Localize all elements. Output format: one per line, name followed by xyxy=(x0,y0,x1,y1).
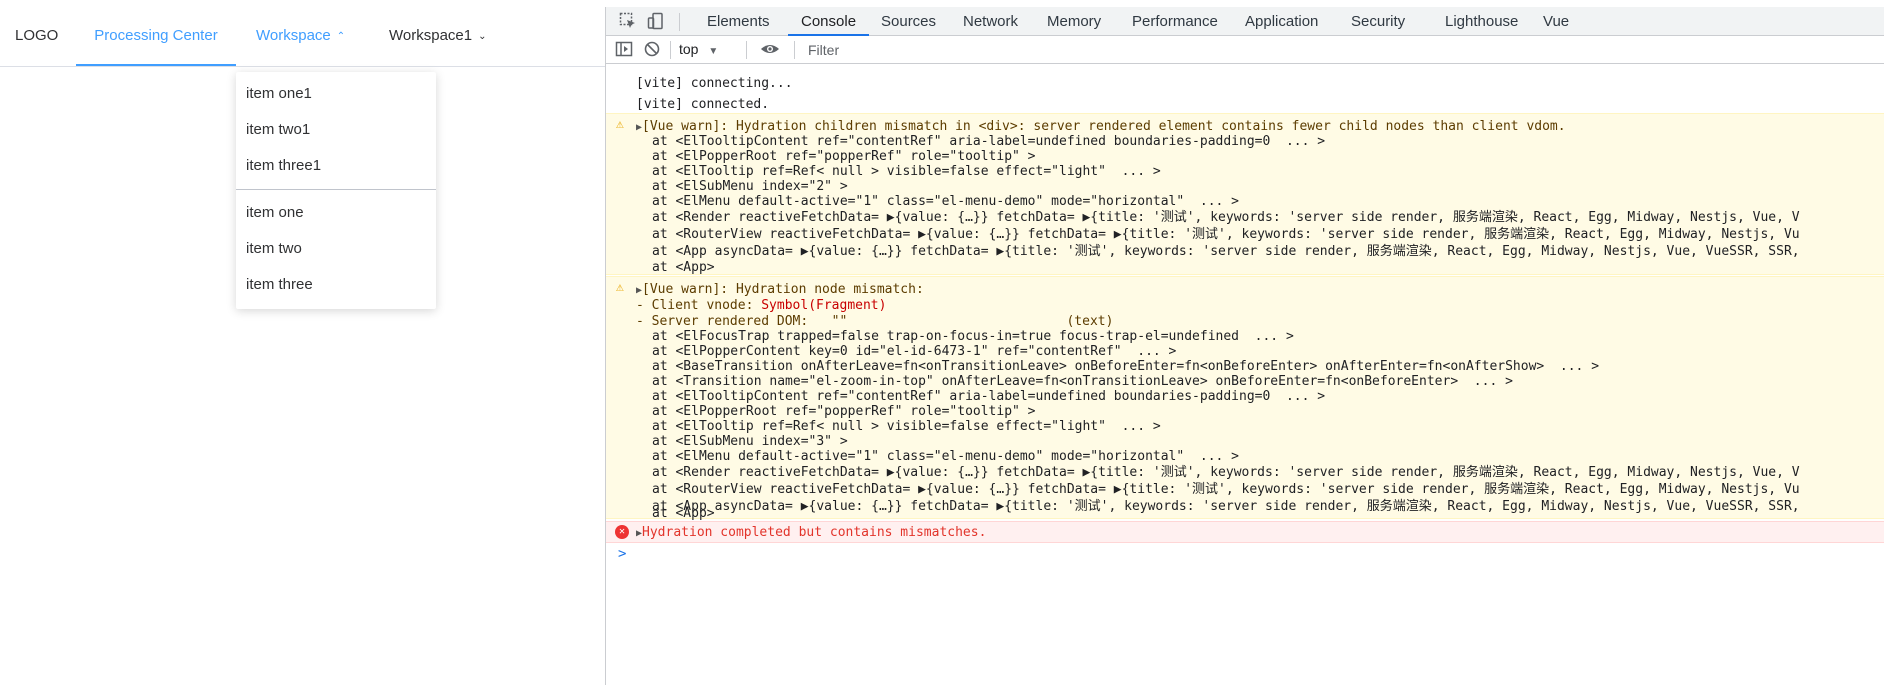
dropdown-divider xyxy=(236,189,436,190)
warning-icon: ⚠ xyxy=(616,117,624,132)
console-toolbar: top ▼ xyxy=(606,36,1884,64)
menu-workspace1-label: Workspace1 xyxy=(389,27,473,44)
tab-performance[interactable]: Performance xyxy=(1132,7,1218,36)
chevron-down-icon: ⌄ xyxy=(478,31,487,42)
toolbar-separator xyxy=(670,41,671,59)
warning-header[interactable]: ▶[Vue warn]: Hydration node mismatch: xyxy=(636,281,924,298)
app-panel: LOGO Processing Center Workspace ⌃ Worksp… xyxy=(0,0,605,685)
warning-message: ⚠ ▶[Vue warn]: Hydration node mismatch: … xyxy=(606,276,1884,519)
dropdown-item[interactable]: item two1 xyxy=(246,112,310,148)
stack-frame: at <Render reactiveFetchData= ▶{value: {… xyxy=(652,210,1800,225)
tab-memory[interactable]: Memory xyxy=(1047,7,1101,36)
client-vnode-line: - Client vnode: Symbol(Fragment) xyxy=(636,298,887,313)
top-menu: LOGO Processing Center Workspace ⌃ Worksp… xyxy=(0,7,605,67)
stack-frame: at <App asyncData= ▶{value: {…}} fetchDa… xyxy=(652,244,1800,259)
stack-frame: at <ElMenu default-active="1" class="el-… xyxy=(652,449,1239,464)
log-message: [vite] connected. xyxy=(636,97,770,112)
log-message: [vite] connecting... xyxy=(636,76,793,91)
caret-down-icon: ▼ xyxy=(708,46,719,57)
logo: LOGO xyxy=(15,27,59,44)
warning-icon: ⚠ xyxy=(616,280,624,295)
devtools-panel: Elements Console Sources Network Memory … xyxy=(605,7,1884,685)
warning-message: ⚠ ▶[Vue warn]: Hydration children mismat… xyxy=(606,113,1884,275)
toolbar-separator xyxy=(679,13,680,31)
context-select-value: top xyxy=(679,41,699,57)
tab-vue[interactable]: Vue xyxy=(1543,7,1569,36)
menu-processing-center[interactable]: Processing Center xyxy=(76,7,236,66)
tab-sources[interactable]: Sources xyxy=(881,7,936,36)
stack-frame: at <App asyncData= ▶{value: {…}} fetchDa… xyxy=(652,499,1800,514)
context-select[interactable]: top ▼ xyxy=(679,41,718,57)
dropdown-item[interactable]: item three xyxy=(246,267,313,303)
tab-elements[interactable]: Elements xyxy=(707,7,770,36)
sidebar-toggle-icon[interactable] xyxy=(614,40,634,60)
dropdown-item[interactable]: item three1 xyxy=(246,148,321,184)
stack-frame: at <RouterView reactiveFetchData= ▶{valu… xyxy=(652,482,1800,497)
tab-application[interactable]: Application xyxy=(1245,7,1318,36)
dropdown-item[interactable]: item one xyxy=(246,195,304,231)
clear-console-icon[interactable] xyxy=(642,40,662,60)
tab-network[interactable]: Network xyxy=(963,7,1018,36)
filter-input[interactable] xyxy=(804,39,1884,61)
menu-workspace-label: Workspace xyxy=(256,27,331,44)
inspect-icon[interactable] xyxy=(618,12,638,32)
stack-frame: at <RouterView reactiveFetchData= ▶{valu… xyxy=(652,227,1800,242)
stack-frame: at <App> xyxy=(652,260,715,275)
devtools-tabbar: Elements Console Sources Network Memory … xyxy=(606,7,1884,36)
stack-frame: at <App> xyxy=(652,506,715,521)
console-prompt[interactable]: > xyxy=(618,546,626,562)
tab-lighthouse[interactable]: Lighthouse xyxy=(1445,7,1518,36)
menu-workspace1[interactable]: Workspace1 ⌄ xyxy=(389,7,486,66)
workspace-dropdown: item one1 item two1 item three1 item one… xyxy=(236,72,436,309)
error-message: ✕ ▶Hydration completed but contains mism… xyxy=(606,521,1884,543)
menu-workspace[interactable]: Workspace ⌃ xyxy=(256,7,345,66)
dropdown-item[interactable]: item one1 xyxy=(246,76,312,112)
error-header[interactable]: ▶Hydration completed but contains mismat… xyxy=(636,524,986,541)
toolbar-separator xyxy=(794,41,795,59)
error-icon: ✕ xyxy=(615,525,629,539)
dropdown-item[interactable]: item two xyxy=(246,231,302,267)
device-toggle-icon[interactable] xyxy=(646,12,666,32)
chevron-up-icon: ⌃ xyxy=(336,31,346,42)
eye-icon[interactable] xyxy=(760,40,780,60)
tab-security[interactable]: Security xyxy=(1351,7,1405,36)
toolbar-separator xyxy=(746,41,747,59)
stack-frame: at <ElMenu default-active="1" class="el-… xyxy=(652,194,1239,209)
stack-frame: at <Render reactiveFetchData= ▶{value: {… xyxy=(652,465,1800,480)
tab-console[interactable]: Console xyxy=(788,7,870,36)
console-output: [vite] connecting... [vite] connected. ⚠… xyxy=(606,65,1884,685)
